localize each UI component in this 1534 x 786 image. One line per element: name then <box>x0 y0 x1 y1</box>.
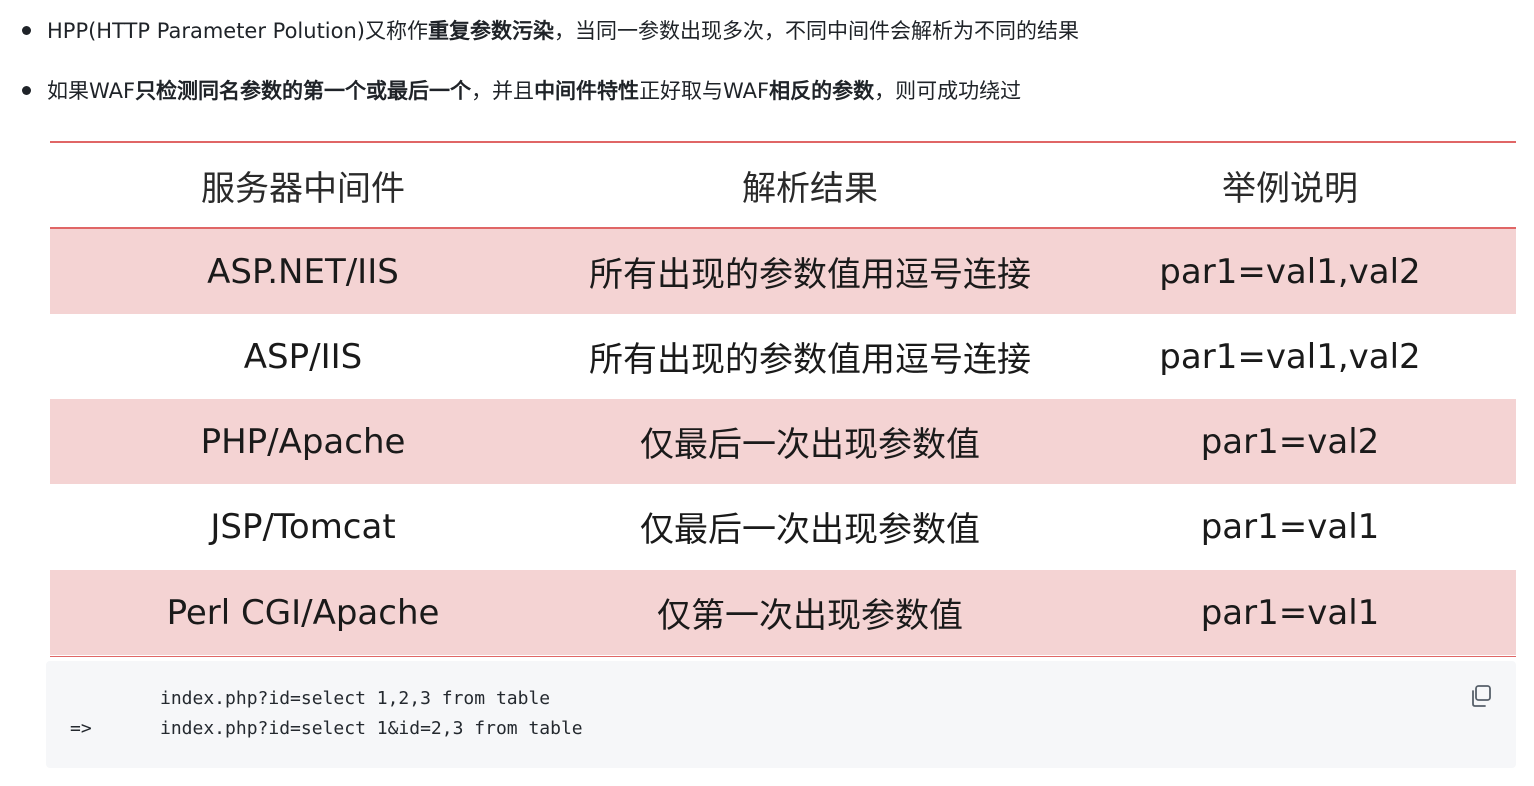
cell-parse-result: 仅最后一次出现参数值 <box>640 510 980 550</box>
bullet-segment: 正好取与WAF <box>639 79 770 103</box>
bullet-bold-segment: 只检测同名参数的第一个或最后一个 <box>135 79 472 103</box>
copy-code-button[interactable] <box>1468 683 1494 709</box>
bullet-bold-segment: 中间件特性 <box>534 79 640 103</box>
table-row: JSP/Tomcat 仅最后一次出现参数值 par1=val1 <box>50 484 1516 569</box>
cell-parse-result: 仅最后一次出现参数值 <box>640 425 980 465</box>
cell-middleware: Perl CGI/Apache <box>166 592 440 633</box>
cell-example: par1=val1 <box>1200 506 1380 547</box>
bullet-bold-segment: 重复参数污染 <box>427 19 554 43</box>
bullet-segment: ，当同一参数出现多次，不同中间件会解析为不同的结果 <box>553 19 1079 43</box>
bullet-segment: HPP(HTTP Parameter Polution)又称作 <box>47 19 428 43</box>
cell-example: par1=val1 <box>1200 592 1380 633</box>
code-line-1: index.php?id=select 1,2,3 from table <box>160 688 551 709</box>
code-line-2: index.php?id=select 1&id=2,3 from table <box>160 718 583 739</box>
table-row: PHP/Apache 仅最后一次出现参数值 par1=val2 <box>50 399 1516 484</box>
header-parse-result: 解析结果 <box>742 168 878 209</box>
header-example: 举例说明 <box>1222 168 1358 209</box>
cell-example: par1=val2 <box>1200 421 1380 462</box>
bullet-text: 如果WAF只检测同名参数的第一个或最后一个，并且中间件特性正好取与WAF相反的参… <box>47 75 1021 105</box>
bullet-text: HPP(HTTP Parameter Polution)又称作重复参数污染，当同… <box>47 15 1079 45</box>
cell-middleware: ASP.NET/IIS <box>207 251 399 292</box>
bullet-segment: 如果WAF <box>47 79 136 103</box>
cell-middleware: ASP/IIS <box>243 336 363 377</box>
table-header-row: 服务器中间件 解析结果 举例说明 <box>50 143 1516 229</box>
hpp-table-image: 服务器中间件 解析结果 举例说明 ASP.NET/IIS 所有出现的参数值用逗号… <box>50 141 1516 657</box>
cell-middleware: JSP/Tomcat <box>210 506 396 547</box>
bullet-segment: ，并且 <box>471 79 535 103</box>
copy-icon <box>1472 685 1491 707</box>
bullet-dot-icon <box>22 85 31 95</box>
cell-middleware: PHP/Apache <box>200 421 406 462</box>
bullet-segment: ，则可成功绕过 <box>874 79 1022 103</box>
header-middleware: 服务器中间件 <box>201 168 405 209</box>
cell-parse-result: 所有出现的参数值用逗号连接 <box>589 255 1031 295</box>
table-row: ASP/IIS 所有出现的参数值用逗号连接 par1=val1,val2 <box>50 314 1516 399</box>
cell-example: par1=val1,val2 <box>1159 336 1421 377</box>
code-line-2-prefix: => <box>70 718 92 739</box>
cell-example: par1=val1,val2 <box>1159 251 1421 292</box>
cell-parse-result: 所有出现的参数值用逗号连接 <box>589 340 1031 380</box>
code-block: index.php?id=select 1,2,3 from table => … <box>46 661 1516 768</box>
cell-parse-result: 仅第一次出现参数值 <box>657 596 963 636</box>
bullet-bold-segment: 相反的参数 <box>769 79 875 103</box>
table-row: Perl CGI/Apache 仅第一次出现参数值 par1=val1 <box>50 570 1516 655</box>
table-row: ASP.NET/IIS 所有出现的参数值用逗号连接 par1=val1,val2 <box>50 229 1516 314</box>
bullet-dot-icon <box>22 25 31 35</box>
